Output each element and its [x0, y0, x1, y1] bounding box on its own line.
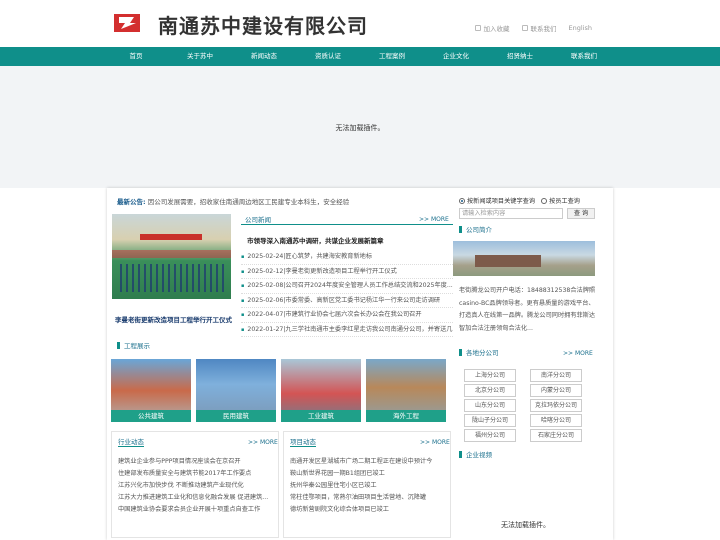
video-plugin-message: 无法加载插件。 — [501, 521, 550, 529]
branch-item[interactable]: 上海分公司 — [464, 369, 516, 382]
list-item[interactable]: 建筑业企业参与PPP项目情况座谈会在京召开 — [118, 456, 274, 468]
list-item[interactable]: 德坊新营剧院文化综合体项目已竣工 — [290, 504, 446, 516]
company-logo-icon[interactable] — [112, 12, 144, 34]
search-button[interactable]: 查 询 — [567, 208, 595, 219]
company-image[interactable] — [453, 241, 595, 276]
branch-item[interactable]: 福州分公司 — [464, 429, 516, 442]
list-item[interactable]: 2025-02-24|匠心筑梦，共建海安教育新地标 — [241, 250, 453, 265]
case-residential[interactable]: 民用建筑 — [196, 359, 276, 422]
list-item[interactable]: 2025-02-08|公司召开2024年度安全管理人员工作总结交流和2025年度… — [241, 279, 453, 294]
list-item[interactable]: 江苏兴化市加快步伐 不断推动建筑产业现代化 — [118, 480, 274, 492]
branch-item[interactable]: 石家庄分公司 — [530, 429, 582, 442]
list-item[interactable]: 2022-04-07|市建筑行业协会七届六次会长办公会在我公司召开 — [241, 308, 453, 323]
list-item[interactable]: 抚州华秦公园里住宅小区已竣工 — [290, 480, 446, 492]
case-industrial[interactable]: 工业建筑 — [281, 359, 361, 422]
contact-link[interactable]: 联系我们 — [521, 23, 557, 33]
company-name: 南通苏中建设有限公司 — [158, 14, 368, 38]
notice-text[interactable]: 因公司发展需要，招收家住南通周边地区工民建专业本科生，安全经验 — [148, 198, 350, 206]
search-options: 按新闻或项目关键字查询 按员工查询 — [459, 196, 580, 205]
list-item[interactable]: 南通开发区星湖城市广场二期工程正在建设中预计今 — [290, 456, 446, 468]
notice-label: 最新公告: — [117, 198, 146, 206]
news-image-caption[interactable]: 李曼老街更新改造项目工程举行开工仪式 — [115, 314, 232, 324]
branch-item[interactable]: 南洋分公司 — [530, 369, 582, 382]
list-item[interactable]: 鞍山新世界花园一期B1组团已竣工 — [290, 468, 446, 480]
news-more-link[interactable]: >> MORE — [419, 216, 449, 223]
industry-section-title[interactable]: 行业动态 — [118, 436, 144, 447]
industry-box: 行业动态 >> MORE 建筑业企业参与PPP项目情况座谈会在京召开 住建部发布… — [111, 431, 279, 538]
video-section-title[interactable]: 企业视频 — [459, 449, 492, 459]
plugin-message: 无法加载插件。 — [335, 124, 385, 132]
radio-icon — [541, 197, 548, 204]
main-nav: 首页 关于苏中 新闻动态 资质认证 工程案例 企业文化 招贤纳士 联系我们 — [0, 47, 720, 66]
case-overseas[interactable]: 海外工程 — [366, 359, 446, 422]
list-item[interactable]: 2022-01-27|九三学社南通市主委李红星走访我公司南通分公司，并寄送几三 — [241, 323, 453, 337]
list-item[interactable]: 江苏大力推进建筑工业化和信息化融合发展 促进建筑... — [118, 492, 274, 504]
list-item[interactable]: 住建部发布质量安全与建筑节能2017年工作要点 — [118, 468, 274, 480]
search-option-news[interactable]: 按新闻或项目关键字查询 — [459, 196, 535, 205]
news-image[interactable] — [112, 214, 231, 299]
branch-item[interactable]: 克拉玛依分公司 — [530, 399, 582, 412]
news-headline[interactable]: 市领导深入南通苏中调研，共谋企业发展新篇章 — [247, 235, 384, 245]
nav-culture[interactable]: 企业文化 — [424, 47, 488, 66]
english-link[interactable]: English — [569, 23, 592, 33]
news-list: 2025-02-24|匠心筑梦，共建海安教育新地标 2025-02-12|李曼老… — [241, 250, 453, 337]
list-item[interactable]: 常柱佳鄂项目，常熟尔油田项目生活营地、沉降罐 — [290, 492, 446, 504]
projects-section-title[interactable]: 项目动态 — [290, 436, 316, 447]
add-favorite-link[interactable]: 加入收藏 — [474, 23, 510, 33]
branches-section-title[interactable]: 各地分公司 — [459, 347, 499, 357]
search-option-staff[interactable]: 按员工查询 — [541, 196, 580, 205]
radio-checked-icon — [459, 197, 465, 204]
main-content: 最新公告: 因公司发展需要，招收家住南通周边地区工民建专业本科生，安全经验 李曼… — [107, 188, 613, 540]
branch-item[interactable]: 哈喀分公司 — [530, 414, 582, 427]
branch-item[interactable]: 内蒙分公司 — [530, 384, 582, 397]
nav-cases[interactable]: 工程案例 — [360, 47, 424, 66]
branch-item[interactable]: 陇山子分公司 — [464, 414, 516, 427]
case-public[interactable]: 公共建筑 — [111, 359, 191, 422]
nav-news[interactable]: 新闻动态 — [232, 47, 296, 66]
search-input[interactable]: 请输入检索内容 — [459, 208, 563, 219]
section-bar-icon — [459, 450, 462, 458]
cases-gallery: 公共建筑 民用建筑 工业建筑 海外工程 — [111, 359, 446, 422]
nav-home[interactable]: 首页 — [104, 47, 168, 66]
site-header: 南通苏中建设有限公司 加入收藏 联系我们 English — [0, 0, 720, 47]
list-item[interactable]: 2025-02-06|市委常委、高新区党工委书记杨江华一行来公司走访调研 — [241, 294, 453, 308]
notice-bar: 最新公告: 因公司发展需要，招收家住南通周边地区工民建专业本科生，安全经验 — [117, 196, 349, 206]
top-links: 加入收藏 联系我们 English — [474, 23, 592, 33]
nav-jobs[interactable]: 招贤纳士 — [488, 47, 552, 66]
branches-more-link[interactable]: >> MORE — [563, 350, 593, 357]
nav-contact[interactable]: 联系我们 — [552, 47, 616, 66]
projects-box: 项目动态 >> MORE 南通开发区星湖城市广场二期工程正在建设中预计今 鞍山新… — [283, 431, 451, 538]
nav-about[interactable]: 关于苏中 — [168, 47, 232, 66]
company-intro-text: 老街腾龙公司开户电话：18488312538合法牌照casino-BC品牌领导者… — [459, 287, 596, 332]
nav-qualification[interactable]: 资质认证 — [296, 47, 360, 66]
list-item[interactable]: 中国建筑业协会要求会员企业开展十项重点自查工作 — [118, 504, 274, 516]
news-tab-line — [241, 224, 453, 225]
branch-item[interactable]: 山东分公司 — [464, 399, 516, 412]
cases-section-title[interactable]: 工程展示 — [117, 340, 150, 350]
news-section-title[interactable]: 公司新闻 — [245, 214, 271, 224]
section-bar-icon — [117, 341, 120, 349]
section-bar-icon — [459, 225, 462, 233]
industry-more-link[interactable]: >> MORE — [248, 439, 278, 446]
contact-icon — [521, 25, 528, 31]
branch-item[interactable]: 北京分公司 — [464, 384, 516, 397]
projects-more-link[interactable]: >> MORE — [420, 439, 450, 446]
banner-plugin-area: 无法加载插件。 — [0, 66, 720, 188]
section-bar-icon — [459, 348, 462, 356]
intro-section-title[interactable]: 公司简介 — [459, 224, 492, 234]
list-item[interactable]: 2025-02-12|李曼老街更新改造项目工程举行开工仪式 — [241, 265, 453, 279]
favorite-icon — [474, 25, 481, 31]
branches-grid: 上海分公司 南洋分公司 北京分公司 内蒙分公司 山东分公司 克拉玛依分公司 陇山… — [464, 369, 582, 442]
